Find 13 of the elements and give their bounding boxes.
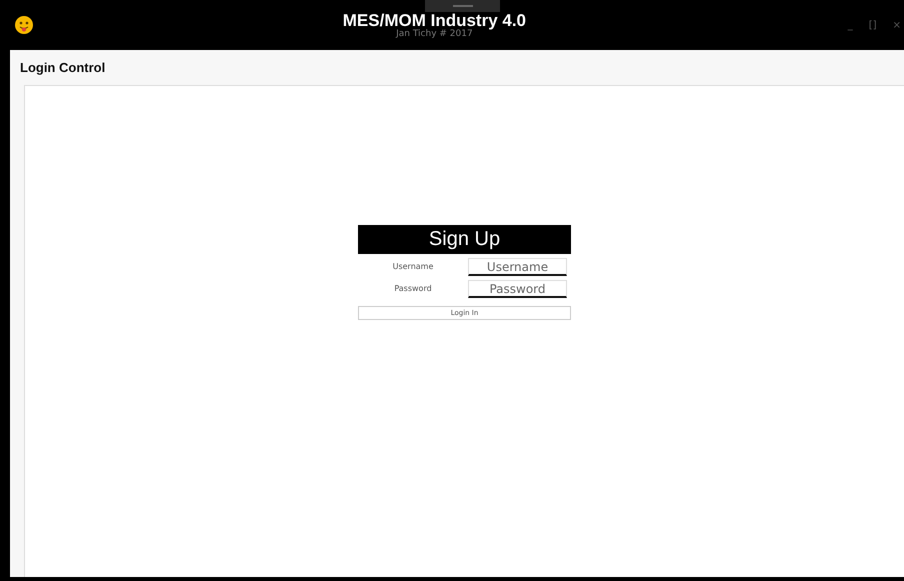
username-field[interactable]: Username xyxy=(468,258,567,276)
drag-handle[interactable] xyxy=(425,0,500,12)
close-button[interactable]: × xyxy=(890,18,904,32)
window-title: MES/MOM Industry 4.0 xyxy=(342,12,526,28)
field-label: Password xyxy=(393,283,433,295)
section-title: Login Control xyxy=(19,58,106,77)
form-heading: Sign Up xyxy=(358,225,571,254)
maximize-button[interactable]: [] xyxy=(866,18,880,32)
password-field[interactable]: Password xyxy=(468,280,567,298)
minimize-button[interactable]: _ xyxy=(844,18,856,32)
window-subtitle: Jan Tichy # 2017 xyxy=(396,30,473,38)
emoji-face-icon xyxy=(14,15,34,35)
field-label: Username xyxy=(392,261,434,273)
